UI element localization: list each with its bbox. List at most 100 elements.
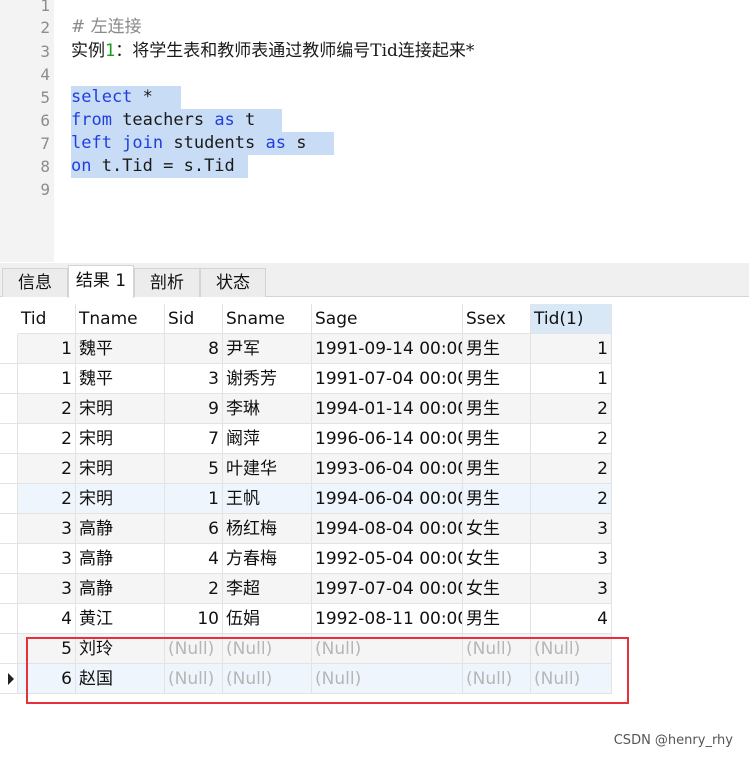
- cell-ssex[interactable]: 男生: [463, 424, 531, 454]
- cell-tid[interactable]: 3: [18, 514, 76, 544]
- tab-profile[interactable]: 剖析: [134, 268, 200, 297]
- table-row[interactable]: 3 高静 4 方春梅 1992-05-04 00:00 女生 3: [0, 544, 612, 574]
- cell-tid-1[interactable]: 1: [531, 334, 612, 364]
- cell-tid-1[interactable]: 2: [531, 484, 612, 514]
- cell-sid[interactable]: 9: [165, 394, 223, 424]
- cell-sname[interactable]: 王帆: [223, 484, 312, 514]
- cell-tid-1[interactable]: 2: [531, 394, 612, 424]
- cell-ssex[interactable]: 男生: [463, 334, 531, 364]
- cell-tid[interactable]: 3: [18, 544, 76, 574]
- cell-sname[interactable]: 李琳: [223, 394, 312, 424]
- cell-tid-1[interactable]: 1: [531, 364, 612, 394]
- cell-ssex[interactable]: 女生: [463, 514, 531, 544]
- cell-sage[interactable]: 1992-05-04 00:00: [312, 544, 463, 574]
- cell-tid-1[interactable]: 3: [531, 514, 612, 544]
- column-header-tid[interactable]: Tid: [18, 304, 76, 334]
- tab-result-1[interactable]: 结果 1: [68, 265, 134, 298]
- cell-tid-1[interactable]: 2: [531, 424, 612, 454]
- table-row[interactable]: 1 魏平 3 谢秀芳 1991-07-04 00:00 男生 1: [0, 364, 612, 394]
- cell-tid[interactable]: 2: [18, 454, 76, 484]
- cell-ssex[interactable]: 男生: [463, 454, 531, 484]
- cell-sname[interactable]: 叶建华: [223, 454, 312, 484]
- cell-ssex[interactable]: 男生: [463, 394, 531, 424]
- cell-sname[interactable]: 谢秀芳: [223, 364, 312, 394]
- row-selector[interactable]: [0, 424, 18, 454]
- row-selector[interactable]: [0, 484, 18, 514]
- cell-sage[interactable]: 1992-08-11 00:00: [312, 604, 463, 634]
- row-selector[interactable]: [0, 604, 18, 634]
- cell-sage[interactable]: 1991-07-04 00:00: [312, 364, 463, 394]
- cell-sname[interactable]: 阚萍: [223, 424, 312, 454]
- cell-tname[interactable]: 魏平: [76, 334, 165, 364]
- row-selector[interactable]: [0, 454, 18, 484]
- cell-tname[interactable]: 魏平: [76, 364, 165, 394]
- cell-sage[interactable]: 1996-06-14 00:00: [312, 424, 463, 454]
- column-header-ssex[interactable]: Ssex: [463, 304, 531, 334]
- cell-sid[interactable]: 5: [165, 454, 223, 484]
- column-header-sage[interactable]: Sage: [312, 304, 463, 334]
- cell-sage[interactable]: 1991-09-14 00:00: [312, 334, 463, 364]
- cell-tid-1[interactable]: 3: [531, 574, 612, 604]
- cell-tid[interactable]: 2: [18, 424, 76, 454]
- cell-sid[interactable]: 3: [165, 364, 223, 394]
- cell-sname[interactable]: 伍娟: [223, 604, 312, 634]
- sql-editor[interactable]: 1 2 # 左连接 3 实例1：将学生表和教师表通过教师编号Tid连接起来* 4…: [0, 0, 749, 262]
- cell-tid[interactable]: 1: [18, 334, 76, 364]
- cell-sid[interactable]: 10: [165, 604, 223, 634]
- cell-tname[interactable]: 宋明: [76, 484, 165, 514]
- column-header-tid-1[interactable]: Tid(1): [531, 304, 612, 334]
- column-header-sname[interactable]: Sname: [223, 304, 312, 334]
- cell-tname[interactable]: 宋明: [76, 394, 165, 424]
- cell-sage[interactable]: 1994-08-04 00:00: [312, 514, 463, 544]
- cell-sname[interactable]: 方春梅: [223, 544, 312, 574]
- cell-sage[interactable]: 1994-06-04 00:00: [312, 484, 463, 514]
- column-header-tname[interactable]: Tname: [76, 304, 165, 334]
- cell-ssex[interactable]: 男生: [463, 604, 531, 634]
- row-selector[interactable]: [0, 514, 18, 544]
- cell-sname[interactable]: 尹军: [223, 334, 312, 364]
- cell-tid[interactable]: 2: [18, 394, 76, 424]
- row-selector[interactable]: [0, 634, 18, 664]
- row-selector[interactable]: [0, 544, 18, 574]
- table-row[interactable]: 1 魏平 8 尹军 1991-09-14 00:00 男生 1: [0, 334, 612, 364]
- cell-tname[interactable]: 高静: [76, 514, 165, 544]
- cell-tid[interactable]: 2: [18, 484, 76, 514]
- cell-tid-1[interactable]: 2: [531, 454, 612, 484]
- row-selector[interactable]: [0, 364, 18, 394]
- cell-ssex[interactable]: 女生: [463, 574, 531, 604]
- table-row[interactable]: 4 黄江 10 伍娟 1992-08-11 00:00 男生 4: [0, 604, 612, 634]
- cell-ssex[interactable]: 女生: [463, 544, 531, 574]
- tab-status[interactable]: 状态: [200, 268, 266, 297]
- cell-tname[interactable]: 高静: [76, 574, 165, 604]
- cell-tid[interactable]: 3: [18, 574, 76, 604]
- cell-tid[interactable]: 4: [18, 604, 76, 634]
- row-selector[interactable]: [0, 334, 18, 364]
- cell-sage[interactable]: 1994-01-14 00:00: [312, 394, 463, 424]
- cell-sname[interactable]: 杨红梅: [223, 514, 312, 544]
- cell-sid[interactable]: 6: [165, 514, 223, 544]
- table-row[interactable]: 3 高静 6 杨红梅 1994-08-04 00:00 女生 3: [0, 514, 612, 544]
- table-row[interactable]: 2 宋明 1 王帆 1994-06-04 00:00 男生 2: [0, 484, 612, 514]
- row-selector[interactable]: [0, 394, 18, 424]
- cell-tname[interactable]: 宋明: [76, 454, 165, 484]
- cell-tname[interactable]: 高静: [76, 544, 165, 574]
- cell-sid[interactable]: 1: [165, 484, 223, 514]
- cell-tid[interactable]: 1: [18, 364, 76, 394]
- cell-tid-1[interactable]: 3: [531, 544, 612, 574]
- cell-ssex[interactable]: 男生: [463, 484, 531, 514]
- cell-sid[interactable]: 8: [165, 334, 223, 364]
- cell-tname[interactable]: 宋明: [76, 424, 165, 454]
- cell-sage[interactable]: 1997-07-04 00:00: [312, 574, 463, 604]
- cell-sage[interactable]: 1993-06-04 00:00: [312, 454, 463, 484]
- cell-tid-1[interactable]: 4: [531, 604, 612, 634]
- table-row[interactable]: 3 高静 2 李超 1997-07-04 00:00 女生 3: [0, 574, 612, 604]
- cell-tname[interactable]: 黄江: [76, 604, 165, 634]
- row-selector[interactable]: [0, 574, 18, 604]
- cell-sid[interactable]: 7: [165, 424, 223, 454]
- row-selector[interactable]: [0, 664, 18, 694]
- cell-sid[interactable]: 2: [165, 574, 223, 604]
- cell-sid[interactable]: 4: [165, 544, 223, 574]
- column-header-sid[interactable]: Sid: [165, 304, 223, 334]
- cell-ssex[interactable]: 男生: [463, 364, 531, 394]
- cell-sname[interactable]: 李超: [223, 574, 312, 604]
